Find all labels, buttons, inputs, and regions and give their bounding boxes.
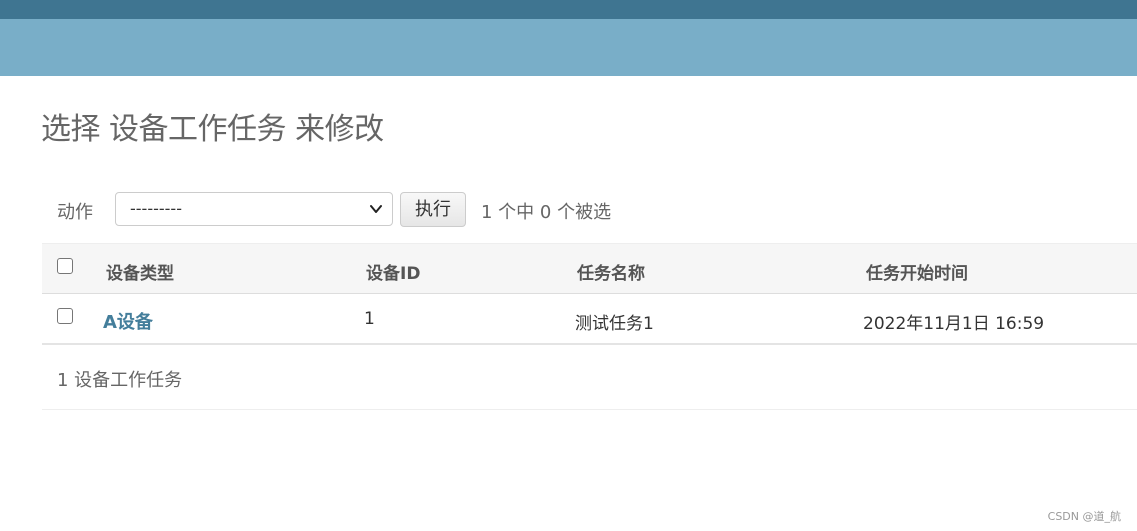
device-type-link[interactable]: A设备: [103, 308, 153, 334]
result-table: 设备类型 设备ID 任务名称 任务开始时间 A设备 1 测试任务1 2022年1…: [42, 243, 1137, 345]
action-select[interactable]: ---------: [115, 192, 393, 226]
breadcrumb-bar: [0, 19, 1137, 76]
column-header-device-type[interactable]: 设备类型: [106, 259, 174, 284]
paginator: 1 设备工作任务: [42, 346, 1137, 410]
result-count: 1 设备工作任务: [57, 370, 183, 391]
watermark: CSDN @道_航: [1047, 510, 1121, 523]
selected-counter: 1 个中 0 个被选: [481, 202, 612, 223]
go-button[interactable]: 执行: [400, 192, 466, 227]
page-title: 选择 设备工作任务 来修改: [41, 112, 384, 147]
action-select-value: ---------: [130, 199, 182, 218]
task-name-cell: 测试任务1: [575, 314, 654, 334]
actions-bar: 动作 --------- 执行 1 个中 0 个被选: [42, 191, 1137, 229]
table-row: A设备 1 测试任务1 2022年11月1日 16:59: [42, 294, 1137, 345]
device-id-cell: 1: [364, 309, 375, 329]
column-header-task-name[interactable]: 任务名称: [577, 259, 645, 284]
table-header: 设备类型 设备ID 任务名称 任务开始时间: [42, 243, 1137, 294]
column-header-device-id[interactable]: 设备ID: [366, 259, 420, 284]
chevron-down-icon: [370, 205, 382, 213]
top-header-bar: [0, 0, 1137, 19]
action-label: 动作: [57, 202, 93, 223]
select-all-checkbox[interactable]: [57, 258, 73, 274]
row-checkbox[interactable]: [57, 308, 73, 324]
start-time-cell: 2022年11月1日 16:59: [863, 314, 1045, 334]
column-header-start-time[interactable]: 任务开始时间: [866, 259, 968, 284]
